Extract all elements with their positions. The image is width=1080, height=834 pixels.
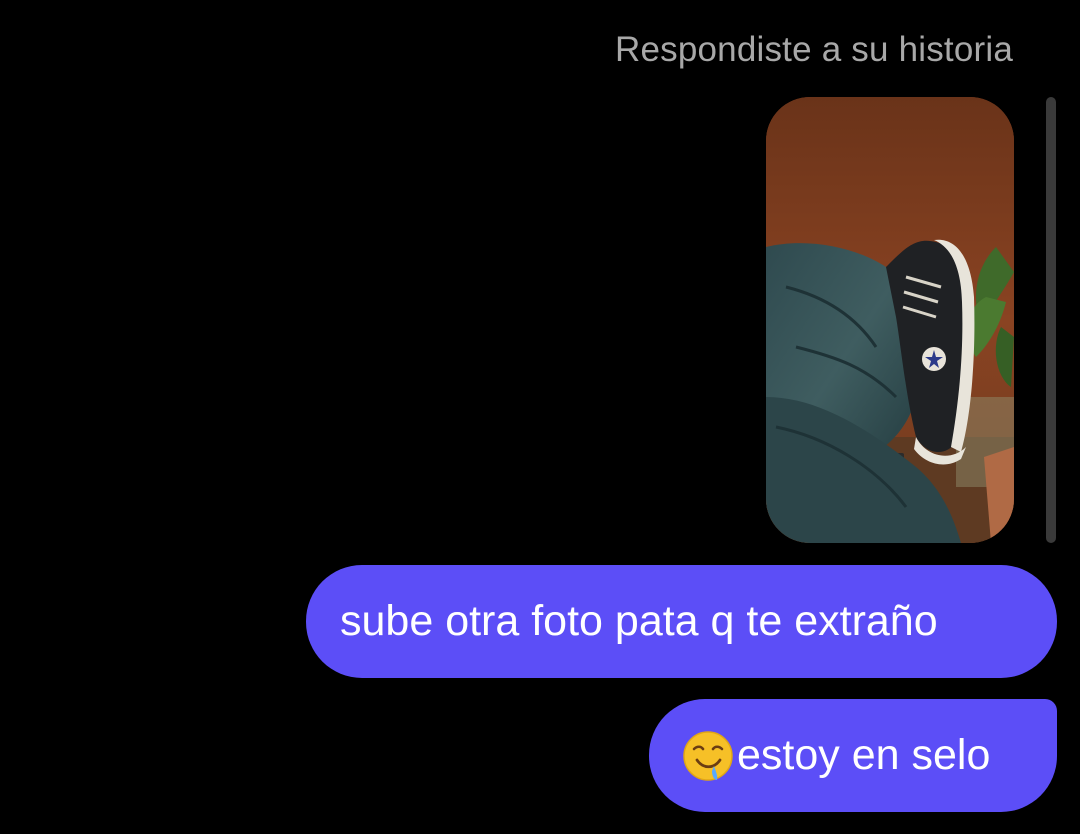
story-reply-caption: Respondiste a su historia bbox=[615, 30, 1013, 69]
message-text: sube otra foto pata q te extraño bbox=[340, 597, 938, 645]
drooling-face-emoji-icon bbox=[681, 729, 735, 783]
message-bubble[interactable]: sube otra foto pata q te extraño bbox=[306, 565, 1057, 678]
message-text: estoy en selo bbox=[737, 731, 991, 779]
story-thumbnail[interactable] bbox=[766, 97, 1014, 543]
story-indicator-bar bbox=[1046, 97, 1056, 543]
message-bubble[interactable]: estoy en selo bbox=[649, 699, 1057, 812]
chat-thread: Respondiste a su historia sube otra foto… bbox=[0, 0, 1080, 834]
sneakers-photo-icon bbox=[766, 97, 1014, 543]
